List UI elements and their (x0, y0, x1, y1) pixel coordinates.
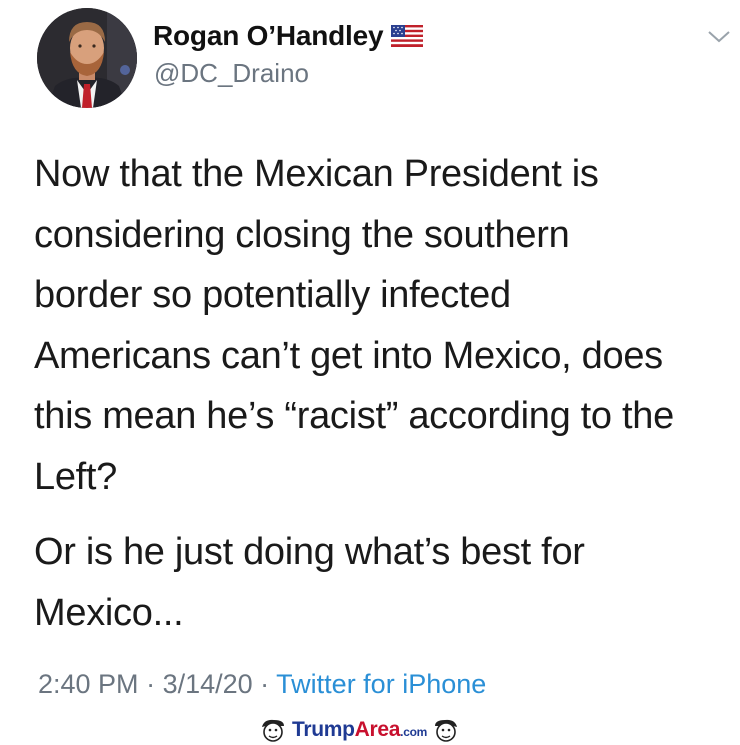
tweet-line: this mean he’s “racist” according to the (34, 395, 674, 437)
tweet-line: Mexico... (34, 591, 184, 634)
watermark-brand-part2: Area (354, 718, 401, 741)
tweet-line: Left? (34, 455, 118, 498)
meta-separator: · (252, 669, 277, 699)
watermark: TrumpArea.com (0, 712, 740, 745)
tweet-source-link[interactable]: Twitter for iPhone (276, 669, 486, 699)
tweet-paragraph-2: Or is he just doing what’s best for Mexi… (34, 522, 734, 643)
caricature-face-icon (434, 719, 457, 742)
author-display-name[interactable]: Rogan O’Handley (153, 20, 384, 51)
tweet-line: Or is he just doing what’s best for (34, 531, 585, 573)
tweet-line: border so potentially infected (34, 274, 511, 316)
tweet-time[interactable]: 2:40 PM (38, 669, 139, 699)
watermark-brand-part1: Trump (292, 718, 355, 741)
us-flag-icon (391, 24, 424, 47)
tweet-meta: 2:40 PM · 3/14/20 · Twitter for iPhone (38, 669, 486, 700)
tweet-date[interactable]: 3/14/20 (163, 669, 253, 699)
caricature-face-icon (262, 719, 284, 742)
watermark-brand: TrumpArea.com (292, 718, 427, 742)
author-name-row[interactable]: Rogan O’Handley (153, 20, 424, 52)
avatar-portrait (37, 8, 137, 108)
watermark-logo: TrumpArea.com (258, 716, 461, 744)
tweet-line: Now that the Mexican President is (34, 153, 599, 195)
tweet-card: Rogan O’Handley @DC_Draino Now that the … (0, 0, 740, 712)
tweet-line: considering closing the southern (34, 213, 570, 256)
author-handle[interactable]: @DC_Draino (154, 58, 309, 89)
avatar[interactable] (37, 8, 137, 108)
watermark-brand-suffix: .com (400, 725, 427, 739)
tweet-line: Americans can’t get into Mexico, does (34, 334, 663, 377)
tweet-paragraph-1: Now that the Mexican President is consid… (34, 144, 734, 507)
meta-separator: · (138, 669, 163, 699)
chevron-down-icon[interactable] (706, 26, 732, 46)
